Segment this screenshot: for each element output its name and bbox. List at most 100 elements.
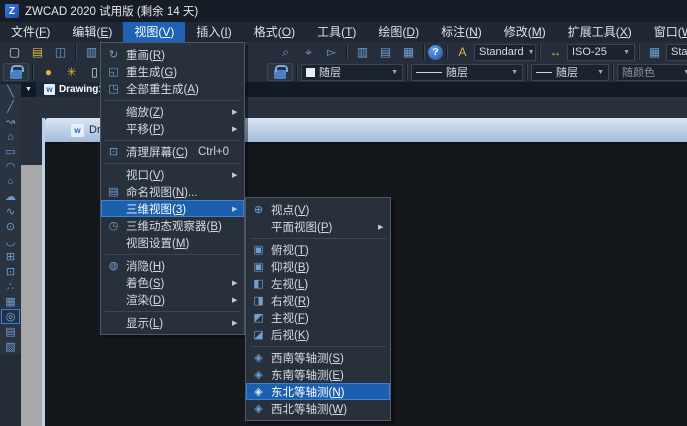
menu-tools[interactable]: 工具(T) <box>306 22 367 42</box>
regen-icon: ◱ <box>101 65 126 78</box>
menu-item-render[interactable]: 渲染(D) ▶ <box>101 291 244 308</box>
menu-item-viewports[interactable]: 视口(V) ▶ <box>101 166 244 183</box>
raster-image-tool[interactable]: ▧ <box>1 339 20 354</box>
menu-item-named-views[interactable]: ▤ 命名视图(N)... <box>101 183 244 200</box>
construction-line-tool[interactable]: ╱ <box>1 99 20 114</box>
menu-item-hide[interactable]: ◍ 消隐(H) <box>101 257 244 274</box>
quick-select-button[interactable]: ▻ <box>320 43 343 61</box>
layer-on-off-icon[interactable]: ● <box>37 63 60 81</box>
menu-insert[interactable]: 插入(I) <box>185 22 242 42</box>
polyline-tool[interactable]: ↝ <box>1 114 20 129</box>
menu-edit[interactable]: 编辑(E) <box>61 22 123 42</box>
ellipse-tool[interactable]: ⊙ <box>1 219 20 234</box>
chevron-down-icon: ▼ <box>683 69 687 76</box>
help-icon[interactable]: ? <box>428 45 443 60</box>
submenu-arrow-icon: ▶ <box>232 205 241 213</box>
revision-cloud-tool[interactable]: ☁ <box>1 189 20 204</box>
padlock-icon <box>274 70 286 79</box>
tab-overflow-icon[interactable]: ▼ <box>21 86 36 93</box>
menu-view[interactable]: 视图(V) <box>123 22 185 42</box>
color-swatch-icon <box>306 68 315 77</box>
menu-item-bottom-view[interactable]: ▣ 仰视(B) <box>246 258 390 275</box>
menu-item-viewpoint[interactable]: ⊕ 视点(V) <box>246 201 390 218</box>
chevron-down-icon: ▼ <box>597 69 604 76</box>
design-center-button[interactable]: ▤ <box>374 43 397 61</box>
layer-freeze-icon[interactable]: ✳ <box>60 63 83 81</box>
menu-item-ne-isometric[interactable]: ◈ 东北等轴测(N) <box>246 383 390 400</box>
menu-item-display[interactable]: 显示(L) ▶ <box>101 314 244 331</box>
mdi-background <box>21 165 42 426</box>
menu-item-regen-all[interactable]: ◳ 全部重生成(A) <box>101 80 244 97</box>
app-titlebar: Z ZWCAD 2020 试用版 (剩余 14 天) <box>0 0 687 22</box>
menu-item-left-view[interactable]: ◧ 左视(L) <box>246 275 390 292</box>
layer-manager-button[interactable] <box>3 63 29 81</box>
dim-style-value: ISO-25 <box>572 46 607 58</box>
menu-modify[interactable]: 修改(M) <box>493 22 557 42</box>
menu-express-tools[interactable]: 扩展工具(X) <box>557 22 643 42</box>
region-tool[interactable]: ◎ <box>1 309 20 324</box>
color-control-combo[interactable]: 随层 ▼ <box>301 64 403 81</box>
ne-isometric-icon: ◈ <box>246 385 271 398</box>
menu-item-se-isometric[interactable]: ◈ 东南等轴测(E) <box>246 366 390 383</box>
insert-block-tool[interactable]: ⊞ <box>1 249 20 264</box>
color-value: 随层 <box>319 64 341 80</box>
submenu-arrow-icon: ▶ <box>378 223 387 231</box>
zoom-window-button[interactable]: ⌖ <box>297 43 320 61</box>
menu-draw[interactable]: 绘图(D) <box>367 22 430 42</box>
menu-separator <box>246 235 390 241</box>
menu-item-3d-views[interactable]: 三维视图(3) ▶ <box>101 200 244 217</box>
menu-item-nw-isometric[interactable]: ◈ 西北等轴测(W) <box>246 400 390 417</box>
table-style-combo[interactable]: Standard ▼ <box>666 44 687 61</box>
create-block-tool[interactable]: ⊡ <box>1 264 20 279</box>
menu-dimension[interactable]: 标注(N) <box>430 22 493 42</box>
front-view-icon: ◩ <box>246 311 271 324</box>
zoom-realtime-button[interactable]: ⌕ <box>274 43 297 61</box>
menu-item-clean-screen[interactable]: ⊡ 清理屏幕(C) Ctrl+0 <box>101 143 244 160</box>
toolbar-separator <box>638 44 640 60</box>
menu-item-front-view[interactable]: ◩ 主视(F) <box>246 309 390 326</box>
tool-palette-button[interactable]: ▦ <box>397 43 420 61</box>
elliptical-arc-tool[interactable]: ◡ <box>1 234 20 249</box>
circle-tool[interactable]: ○ <box>1 174 20 189</box>
chevron-down-icon: ▼ <box>511 69 518 76</box>
plot-style-combo[interactable]: 随颜色 ▼ <box>617 64 687 81</box>
hatch-tool[interactable]: ▦ <box>1 294 20 309</box>
menu-item-zoom[interactable]: 缩放(Z) ▶ <box>101 103 244 120</box>
spline-tool[interactable]: ∿ <box>1 204 20 219</box>
lineweight-sample-icon <box>536 72 552 73</box>
arc-tool[interactable]: ◠ <box>1 159 20 174</box>
rectangle-tool[interactable]: ▭ <box>1 144 20 159</box>
menu-item-3d-orbit[interactable]: ◷ 三维动态观察器(B) <box>101 217 244 234</box>
menu-format[interactable]: 格式(O) <box>243 22 306 42</box>
lineweight-control-combo[interactable]: 随层 ▼ <box>531 64 609 81</box>
menu-item-sw-isometric[interactable]: ◈ 西南等轴测(S) <box>246 349 390 366</box>
menu-window[interactable]: 窗口(W) <box>643 22 687 42</box>
clean-screen-icon: ⊡ <box>101 145 126 158</box>
properties-palette-button[interactable]: ▥ <box>351 43 374 61</box>
menu-item-regen[interactable]: ◱ 重生成(G) <box>101 63 244 80</box>
menu-item-top-view[interactable]: ▣ 俯视(T) <box>246 241 390 258</box>
layer-lock-button[interactable] <box>267 63 293 81</box>
menu-item-pan[interactable]: 平移(P) ▶ <box>101 120 244 137</box>
back-view-icon: ◪ <box>246 328 271 341</box>
lineweight-value: 随层 <box>556 64 578 80</box>
linetype-control-combo[interactable]: 随层 ▼ <box>411 64 523 81</box>
line-tool[interactable]: ╲ <box>1 84 20 99</box>
draw-toolbar-dock: ╲ ╱ ↝ ⌂ ▭ ◠ ○ ☁ ∿ ⊙ ◡ ⊞ ⊡ ∴ ▦ ◎ ▤ ▧ <box>0 84 21 426</box>
menu-item-redraw[interactable]: ↻ 重画(R) <box>101 46 244 63</box>
menu-file[interactable]: 文件(F) <box>0 22 61 42</box>
table-tool[interactable]: ▤ <box>1 324 20 339</box>
submenu-arrow-icon: ▶ <box>232 296 241 304</box>
new-file-button[interactable]: ▢ <box>3 43 26 61</box>
save-file-button[interactable]: ◫ <box>49 43 72 61</box>
dim-style-combo[interactable]: ISO-25 ▼ <box>567 44 635 61</box>
menu-item-plan-view[interactable]: 平面视图(P) ▶ <box>246 218 390 235</box>
polygon-tool[interactable]: ⌂ <box>1 129 20 144</box>
menu-item-shade[interactable]: 着色(S) ▶ <box>101 274 244 291</box>
text-style-combo[interactable]: Standard ▼ <box>474 44 536 61</box>
open-file-button[interactable]: ▤ <box>26 43 49 61</box>
menu-item-view-settings[interactable]: 视图设置(M) <box>101 234 244 251</box>
menu-item-right-view[interactable]: ◨ 右视(R) <box>246 292 390 309</box>
point-tool[interactable]: ∴ <box>1 279 20 294</box>
menu-item-back-view[interactable]: ◪ 后视(K) <box>246 326 390 343</box>
